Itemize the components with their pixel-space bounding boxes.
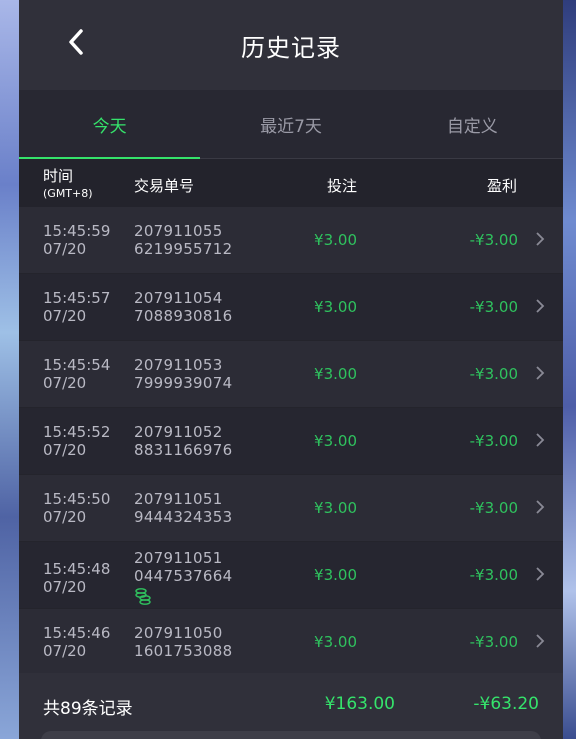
order-number-part-2: 1601753088 (134, 642, 233, 660)
order-number-part-2: 8831166976 (134, 441, 233, 459)
record-row[interactable]: 15:45:52 07/20 207911052 8831166976 ¥3.0… (19, 408, 563, 475)
coins-icon (135, 588, 151, 605)
record-time: 15:45:48 07/20 (43, 560, 110, 596)
chevron-right-icon (536, 433, 545, 447)
record-time: 15:45:57 07/20 (43, 289, 110, 325)
background-left-edge (0, 0, 19, 739)
record-row[interactable]: 15:45:59 07/20 207911055 6219955712 ¥3.0… (19, 207, 563, 274)
record-bet: ¥3.00 (314, 298, 357, 316)
record-bet: ¥3.00 (314, 365, 357, 383)
record-profit: -¥3.00 (469, 365, 518, 383)
record-clock: 15:45:57 (43, 289, 111, 307)
record-clock: 15:45:59 (43, 222, 111, 240)
bottom-bar (41, 731, 541, 739)
record-order-number: 207911055 6219955712 (134, 222, 232, 258)
column-timezone-label: (GMT+8) (43, 187, 93, 200)
chevron-right-icon (536, 634, 545, 648)
column-order: 交易单号 (134, 177, 195, 195)
summary-footer: 共89条记录 ¥163.00 -¥63.20 (19, 673, 563, 739)
column-time-label: 时间 (43, 167, 74, 185)
order-number-part-1: 207911055 (134, 222, 223, 240)
record-time: 15:45:59 07/20 (43, 222, 110, 258)
record-profit: -¥3.00 (469, 499, 518, 517)
record-order-number: 207911051 9444324353 (134, 490, 232, 526)
page-title: 历史记录 (241, 33, 341, 62)
record-clock: 15:45:50 (43, 490, 111, 508)
record-row[interactable]: 15:45:57 07/20 207911054 7088930816 ¥3.0… (19, 274, 563, 341)
record-row[interactable]: 15:45:54 07/20 207911053 7999939074 ¥3.0… (19, 341, 563, 408)
record-clock: 15:45:54 (43, 356, 111, 374)
record-profit: -¥3.00 (469, 432, 518, 450)
order-number-part-1: 207911052 (134, 423, 223, 441)
record-date: 07/20 (43, 240, 87, 258)
record-clock: 15:45:48 (43, 560, 111, 578)
record-row[interactable]: 15:45:46 07/20 207911050 1601753088 ¥3.0… (19, 609, 563, 676)
record-order-number: 207911052 8831166976 (134, 423, 232, 459)
record-bet: ¥3.00 (314, 633, 357, 651)
column-bet: 投注 (327, 177, 358, 195)
record-date: 07/20 (43, 441, 87, 459)
record-profit: -¥3.00 (469, 633, 518, 651)
order-number-part-1: 207911054 (134, 289, 223, 307)
back-button[interactable] (59, 25, 93, 59)
record-bet: ¥3.00 (314, 432, 357, 450)
record-bet: ¥3.00 (314, 566, 357, 584)
chevron-right-icon (536, 232, 545, 246)
chevron-right-icon (536, 567, 545, 581)
record-profit: -¥3.00 (469, 566, 518, 584)
record-row[interactable]: 15:45:50 07/20 207911051 9444324353 ¥3.0… (19, 475, 563, 542)
record-clock: 15:45:52 (43, 423, 111, 441)
total-profit: -¥63.20 (473, 694, 539, 714)
column-profit: 盈利 (487, 177, 518, 195)
order-number-part-1: 207911051 (134, 549, 223, 567)
tab-bar: 今天 最近7天 自定义 (19, 90, 563, 159)
record-profit: -¥3.00 (469, 298, 518, 316)
record-order-number: 207911053 7999939074 (134, 356, 232, 392)
tab-custom[interactable]: 自定义 (382, 90, 563, 158)
record-time: 15:45:54 07/20 (43, 356, 110, 392)
record-clock: 15:45:46 (43, 624, 111, 642)
order-number-part-2: 6219955712 (134, 240, 233, 258)
record-order-number: 207911050 1601753088 (134, 624, 232, 660)
record-date: 07/20 (43, 307, 87, 325)
history-panel: 历史记录 今天 最近7天 自定义 时间 (GMT+8) 交易单号 投注 盈利 1… (19, 0, 563, 739)
order-number-part-1: 207911051 (134, 490, 223, 508)
record-date: 07/20 (43, 578, 87, 596)
total-bet: ¥163.00 (324, 694, 395, 714)
record-list: 15:45:59 07/20 207911055 6219955712 ¥3.0… (19, 207, 563, 676)
order-number-part-1: 207911053 (134, 356, 223, 374)
record-bet: ¥3.00 (314, 231, 357, 249)
record-time: 15:45:46 07/20 (43, 624, 110, 660)
chevron-right-icon (536, 366, 545, 380)
column-header: 时间 (GMT+8) 交易单号 投注 盈利 (19, 159, 563, 207)
record-profit: -¥3.00 (469, 231, 518, 249)
chevron-left-icon (69, 29, 83, 55)
background-right-edge (563, 0, 576, 739)
chevron-right-icon (536, 299, 545, 313)
record-date: 07/20 (43, 642, 87, 660)
record-order-number: 207911054 7088930816 (134, 289, 232, 325)
record-row[interactable]: 15:45:48 07/20 207911051 0447537664 ¥3.0… (19, 542, 563, 609)
column-time: 时间 (GMT+8) (43, 168, 93, 202)
order-number-part-2: 0447537664 (134, 567, 233, 585)
record-order-number: 207911051 0447537664 (134, 549, 232, 605)
order-number-part-1: 207911050 (134, 624, 223, 642)
order-number-part-2: 7088930816 (134, 307, 233, 325)
chevron-right-icon (536, 500, 545, 514)
order-number-part-2: 7999939074 (134, 374, 233, 392)
record-date: 07/20 (43, 374, 87, 392)
header: 历史记录 (19, 0, 563, 90)
record-bet: ¥3.00 (314, 499, 357, 517)
order-number-part-2: 9444324353 (134, 508, 233, 526)
tab-last-7-days[interactable]: 最近7天 (200, 90, 381, 158)
record-date: 07/20 (43, 508, 87, 526)
tab-today[interactable]: 今天 (19, 90, 201, 159)
record-time: 15:45:50 07/20 (43, 490, 110, 526)
record-time: 15:45:52 07/20 (43, 423, 110, 459)
record-count: 共89条记录 (43, 699, 133, 719)
